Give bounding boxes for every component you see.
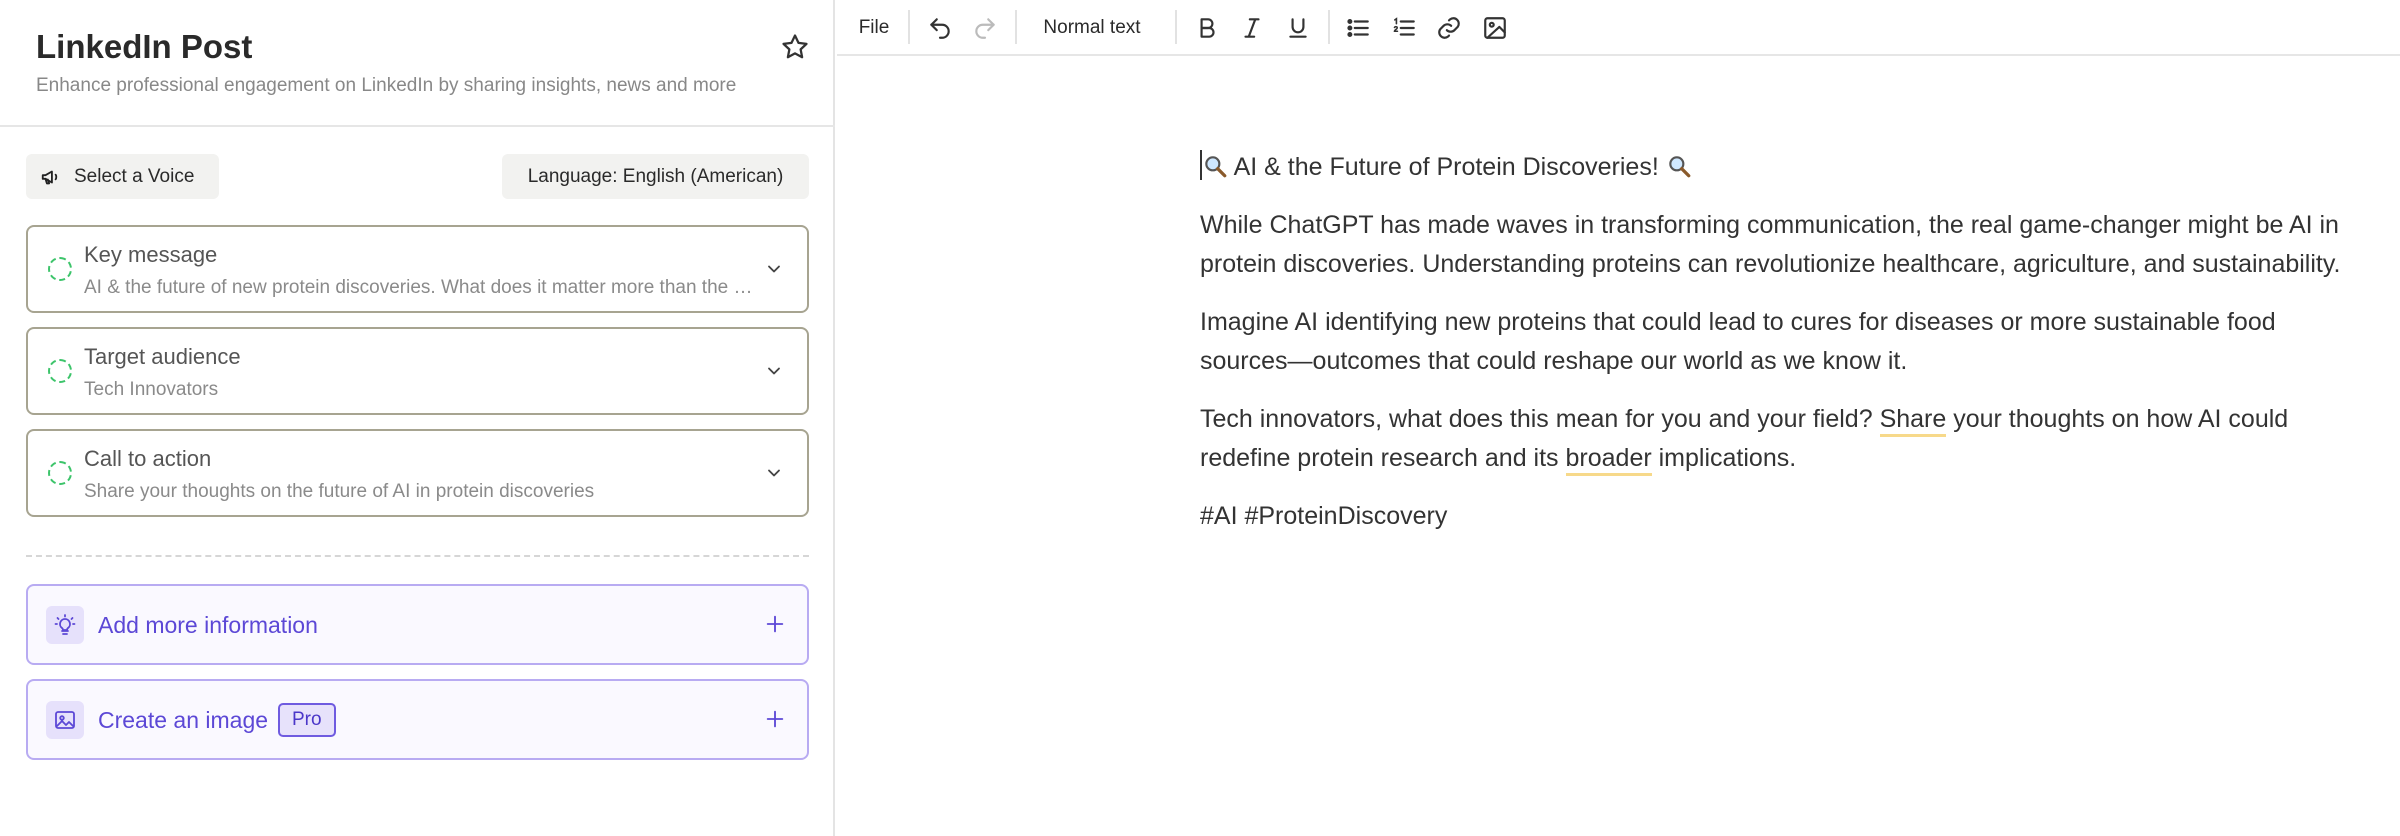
heading-text: AI & the Future of Protein Discoveries! — [1233, 153, 1659, 181]
lightbulb-icon — [46, 606, 84, 644]
undo-icon — [930, 18, 950, 39]
card-target-audience[interactable]: Target audience Tech Innovators — [26, 327, 809, 415]
select-voice-button[interactable]: Select a Voice — [26, 154, 219, 199]
add-more-information-button[interactable]: Add more information — [26, 584, 809, 665]
action-label: Add more information — [98, 612, 318, 638]
megaphone-icon — [41, 170, 58, 184]
card-title: Target audience — [84, 344, 241, 369]
card-key-message[interactable]: Key message AI & the future of new prote… — [26, 225, 809, 313]
insert-image-button[interactable] — [1479, 12, 1511, 44]
card-value: AI & the future of new protein discoveri… — [84, 277, 756, 298]
card-title: Call to action — [84, 446, 212, 471]
undo-button[interactable] — [923, 12, 957, 44]
magnifier-icon — [1205, 156, 1227, 178]
toolbar-separator — [1328, 10, 1330, 44]
panel-header: LinkedIn Post Enhance professional engag… — [0, 0, 835, 127]
bold-button[interactable] — [1191, 12, 1223, 44]
chevron-down-icon[interactable] — [764, 259, 784, 279]
redo-button[interactable] — [968, 12, 1002, 44]
text-style-select[interactable]: Normal text — [1032, 12, 1152, 44]
editor: File Normal text AI & the Future of Prot… — [837, 0, 2400, 836]
paragraph-text: implications. — [1651, 444, 1797, 472]
italic-icon — [1244, 18, 1260, 38]
image-icon — [1484, 17, 1506, 39]
page-title: LinkedIn Post — [36, 28, 253, 65]
left-panel: LinkedIn Post Enhance professional engag… — [0, 0, 835, 836]
paragraph: Imagine AI identifying new proteins that… — [1200, 307, 2276, 376]
bullet-list-button[interactable] — [1342, 12, 1374, 44]
plus-icon[interactable] — [764, 613, 786, 635]
toolbar-separator — [908, 10, 910, 44]
file-menu[interactable]: File — [855, 12, 893, 44]
paragraph: While ChatGPT has made waves in transfor… — [1200, 210, 2341, 279]
action-label: Create an image — [98, 707, 269, 733]
status-icon — [48, 257, 72, 281]
suggestion-highlight[interactable]: Share — [1879, 404, 1947, 437]
toolbar-separator — [1175, 10, 1177, 44]
underline-button[interactable] — [1282, 12, 1314, 44]
link-button[interactable] — [1433, 12, 1465, 44]
page-subtitle: Enhance professional engagement on Linke… — [36, 75, 737, 96]
section-divider — [26, 555, 809, 557]
post-heading: AI & the Future of Protein Discoveries! — [1200, 148, 2360, 188]
link-icon — [1438, 17, 1460, 39]
chevron-down-icon[interactable] — [764, 463, 784, 483]
redo-icon — [975, 18, 995, 39]
pro-badge: Pro — [278, 703, 336, 737]
underline-icon — [1289, 18, 1307, 38]
card-value: Share your thoughts on the future of AI … — [84, 481, 595, 502]
bold-icon — [1200, 18, 1215, 38]
numbered-list-icon — [1393, 17, 1415, 36]
status-icon — [48, 359, 72, 383]
language-button[interactable]: Language: English (American) — [502, 154, 809, 199]
card-call-to-action[interactable]: Call to action Share your thoughts on th… — [26, 429, 809, 517]
toolbar-separator — [1015, 10, 1017, 44]
card-title: Key message — [84, 242, 218, 267]
paragraph: Tech innovators, what does this mean for… — [1200, 400, 2360, 479]
magnifier-icon — [1668, 156, 1691, 178]
language-label: Language: English (American) — [527, 165, 784, 187]
plus-icon[interactable] — [764, 708, 786, 730]
hashtags: #AI #ProteinDiscovery — [1200, 501, 1448, 530]
card-value: Tech Innovators — [84, 379, 219, 400]
create-an-image-button[interactable]: Create an image Pro — [26, 679, 809, 760]
numbered-list-button[interactable] — [1388, 12, 1420, 44]
bullet-list-icon — [1347, 19, 1369, 37]
chevron-down-icon[interactable] — [764, 361, 784, 381]
editor-toolbar: File Normal text — [837, 0, 2400, 56]
status-icon — [48, 461, 72, 485]
suggestion-highlight[interactable]: broader — [1565, 444, 1652, 476]
select-voice-label: Select a Voice — [74, 165, 195, 187]
document-body[interactable]: AI & the Future of Protein Discoveries! … — [1200, 148, 2360, 554]
image-icon — [46, 701, 84, 739]
paragraph-text: Tech innovators, what does this mean for… — [1200, 404, 1880, 433]
star-icon[interactable] — [780, 32, 810, 62]
italic-button[interactable] — [1236, 12, 1268, 44]
